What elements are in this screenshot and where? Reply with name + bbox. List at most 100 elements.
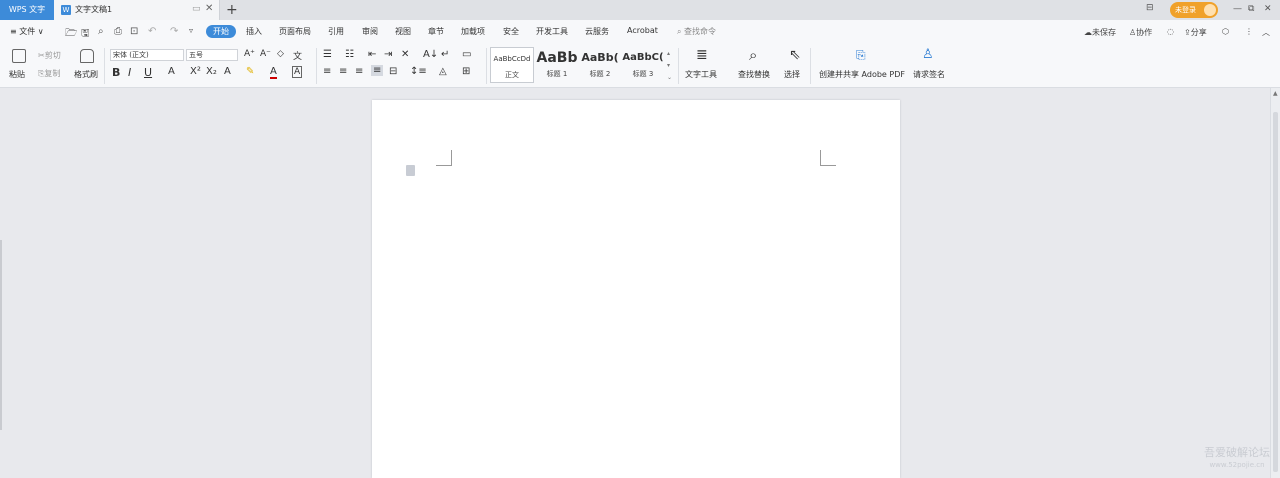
clear-format-icon[interactable]: ◇ [277,49,284,59]
redo-icon[interactable]: ↷ [170,26,178,37]
bold-icon[interactable]: B [112,66,120,79]
paragraph-handle-icon[interactable] [406,165,415,176]
strikethrough-icon[interactable]: A [168,66,175,77]
menu-file[interactable]: ≡ 文件 ∨ [10,26,44,37]
text-effect-icon[interactable]: A [224,66,231,77]
scroll-up-icon[interactable]: ▲ [1273,90,1278,97]
style-heading-1[interactable]: AaBb 标题 1 [535,47,579,83]
tab-insert[interactable]: 插入 [246,26,262,37]
align-left-icon[interactable]: ≡ [323,66,331,77]
tab-cloud[interactable]: 云服务 [585,26,609,37]
select-button[interactable]: 选择 [784,69,800,80]
adobe-pdf-icon[interactable]: ⎘ [856,48,866,63]
font-name-select[interactable]: 宋体 (正文) [110,49,184,61]
font-grow-icon[interactable]: A⁺ [244,49,255,59]
tab-references[interactable]: 引用 [328,26,344,37]
shading-icon[interactable]: ◬ [439,66,447,77]
tab-addins[interactable]: 加载项 [461,26,485,37]
copy-button[interactable]: ⎘复制 [38,68,60,79]
print-icon[interactable]: ⎙ [114,26,122,37]
underline-icon[interactable]: U [144,66,152,79]
paste-icon[interactable] [12,49,26,63]
more-icon[interactable]: ⋮ [1245,27,1253,36]
tab-security[interactable]: 安全 [503,26,519,37]
undo-icon[interactable]: ↶ [148,26,156,37]
vertical-scrollbar[interactable]: ▲ [1270,88,1280,478]
columns-icon[interactable]: ▭ [462,49,471,60]
open-icon[interactable]: 🗁 [65,26,77,43]
create-share-pdf-button[interactable]: 创建并共享 Adobe PDF [819,69,905,80]
tab-sections[interactable]: 章节 [428,26,444,37]
chinese-layout-icon[interactable]: ✕ [401,49,409,60]
format-painter-button[interactable]: 格式刷 [74,69,98,80]
pin-icon[interactable]: ▭ [192,4,201,14]
distribute-icon[interactable]: ⊟ [389,66,397,77]
customize-quick-access-icon[interactable]: ▿ [189,26,193,35]
line-spacing-icon[interactable]: ↕≡ [410,66,427,77]
tab-home[interactable]: 开始 [206,25,236,38]
style-heading-3[interactable]: AaBbC( 标题 3 [621,47,665,83]
style-gallery-scroll[interactable]: ▴ ▾ ⌄ [667,48,672,84]
highlight-icon[interactable]: ✎ [246,66,254,77]
align-center-icon[interactable]: ≡ [339,66,347,77]
justify-icon[interactable]: ≡ [371,65,384,76]
char-border-icon[interactable]: A [292,66,303,78]
style-normal[interactable]: AaBbCcDd 正文 [490,47,534,83]
select-cursor-icon[interactable]: ⇖ [789,47,801,63]
style-heading-2[interactable]: AaBb( 标题 2 [578,47,622,83]
settings-icon[interactable]: ⬡ [1222,27,1229,36]
find-replace-icon[interactable]: ⌕ [749,46,757,64]
tab-wps-home[interactable]: WPS 文字 [0,0,54,20]
share-button[interactable]: ⇪分享 [1184,27,1207,38]
tab-document[interactable]: W 文字文稿1 ▭ ✕ [54,0,220,20]
watermark-url: www.52pojie.cn [1209,461,1265,469]
minimize-icon[interactable]: — [1233,4,1242,14]
collapse-ribbon-icon[interactable]: ︿ [1262,27,1270,38]
scroll-thumb[interactable] [1273,112,1278,472]
sidebar-toggle-icon[interactable]: ⊟ [1146,3,1154,13]
bullets-icon[interactable]: ☰ [323,49,332,60]
decrease-indent-icon[interactable]: ⇤ [368,49,376,60]
format-painter-icon[interactable] [80,49,94,63]
show-marks-icon[interactable]: ↵ [441,49,449,60]
phonetic-icon[interactable]: 文 [293,49,302,62]
new-tab-button[interactable]: + [226,1,238,19]
close-tab-icon[interactable]: ✕ [205,3,213,14]
tab-review[interactable]: 审阅 [362,26,378,37]
format-icon[interactable]: ⌕ [98,26,104,37]
increase-indent-icon[interactable]: ⇥ [384,49,392,60]
login-button[interactable]: 未登录 [1170,2,1218,18]
find-replace-button[interactable]: 查找替换 [738,69,770,80]
request-signature-icon[interactable]: ♙ [922,47,934,62]
command-search[interactable]: ⌕ 查找命令 [677,26,716,37]
comment-icon[interactable]: ◌ [1167,27,1174,36]
close-window-icon[interactable]: ✕ [1264,4,1272,14]
tab-view[interactable]: 视图 [395,26,411,37]
text-tools-icon[interactable]: ≣ [696,47,708,63]
unsaved-status[interactable]: ☁未保存 [1084,27,1116,38]
request-signature-button[interactable]: 请求签名 [913,69,945,80]
font-shrink-icon[interactable]: A⁻ [260,49,271,59]
text-tools-button[interactable]: 文字工具 [685,69,717,80]
borders-icon[interactable]: ⊞ [462,66,470,77]
ribbon-toolbar: 粘贴 ✂剪切 ⎘复制 格式刷 宋体 (正文) 五号 A⁺ A⁻ ◇ 文 B I … [0,44,1280,88]
subscript-icon[interactable]: X₂ [206,66,217,77]
collaborate-button[interactable]: ♙协作 [1129,27,1152,38]
superscript-icon[interactable]: X² [190,66,201,77]
save-icon[interactable]: 🖫 [81,26,90,43]
tab-acrobat[interactable]: Acrobat [627,26,658,35]
tab-developer[interactable]: 开发工具 [536,26,568,37]
sort-icon[interactable]: A↓ [423,49,438,60]
restore-icon[interactable]: ⧉ [1248,4,1254,14]
font-color-icon[interactable]: A [270,66,277,79]
style-preview: AaBb [536,50,578,66]
tab-page-layout[interactable]: 页面布局 [279,26,311,37]
italic-icon[interactable]: I [128,66,131,79]
paste-button[interactable]: 粘贴 [9,69,25,80]
copy-label: 复制 [44,69,61,78]
numbering-icon[interactable]: ☷ [345,49,354,60]
cut-button[interactable]: ✂剪切 [38,50,61,61]
align-right-icon[interactable]: ≡ [355,66,363,77]
print-preview-icon[interactable]: ⊡ [130,26,138,37]
font-size-select[interactable]: 五号 [186,49,238,61]
